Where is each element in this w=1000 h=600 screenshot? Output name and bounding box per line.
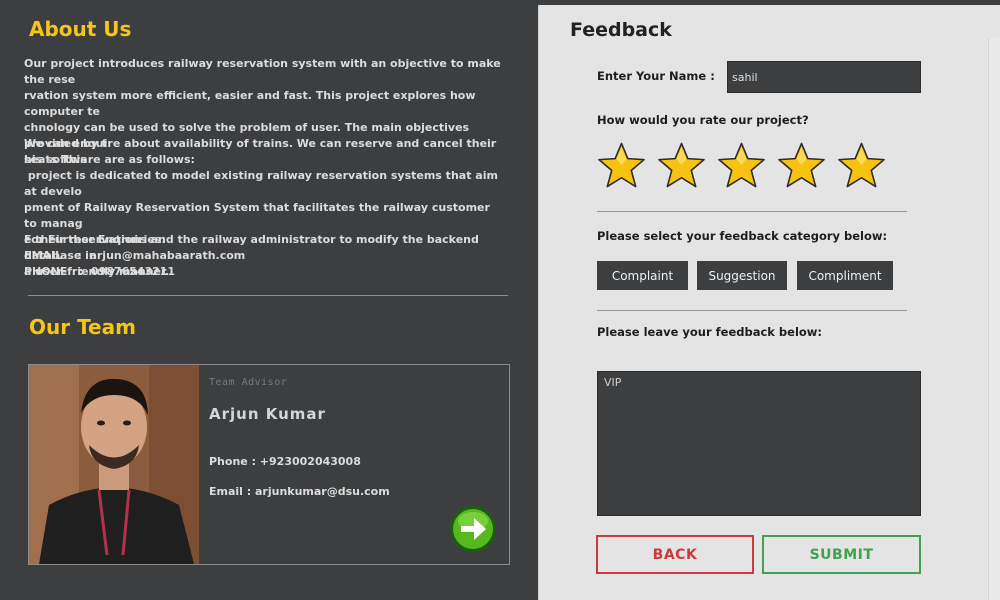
rating-divider bbox=[597, 211, 907, 212]
star-rating[interactable] bbox=[597, 141, 886, 191]
member-email: Email : arjunkumar@dsu.com bbox=[209, 485, 390, 498]
contact-email: EMAIL : arjun@mahabaarath.com bbox=[24, 249, 246, 262]
star-icon[interactable] bbox=[717, 141, 766, 191]
member-role: Team Advisor bbox=[209, 377, 288, 388]
rating-question: How would you rate our project? bbox=[597, 113, 809, 127]
member-photo bbox=[29, 365, 199, 564]
window-edge bbox=[988, 38, 1000, 600]
feedback-textarea[interactable]: VIP bbox=[597, 371, 921, 516]
team-title: Our Team bbox=[29, 315, 136, 339]
team-member-card: Team Advisor Arjun Kumar Phone : +923002… bbox=[28, 364, 510, 565]
star-icon[interactable] bbox=[657, 141, 706, 191]
complaint-button[interactable]: Complaint bbox=[597, 261, 688, 290]
comment-prompt: Please leave your feedback below: bbox=[597, 325, 823, 339]
category-divider bbox=[597, 310, 907, 311]
submit-button[interactable]: SUBMIT bbox=[762, 535, 921, 574]
feedback-panel: Feedback Enter Your Name : How would you… bbox=[538, 5, 1000, 600]
about-title: About Us bbox=[29, 17, 132, 41]
name-input[interactable] bbox=[727, 61, 921, 93]
back-button[interactable]: BACK bbox=[596, 535, 754, 574]
member-name: Arjun Kumar bbox=[209, 405, 326, 423]
name-label: Enter Your Name : bbox=[597, 69, 715, 83]
member-phone: Phone : +923002043008 bbox=[209, 455, 361, 468]
suggestion-button[interactable]: Suggestion bbox=[697, 261, 787, 290]
about-panel: About Us Our project introduces railway … bbox=[0, 0, 537, 600]
category-prompt: Please select your feedback category bel… bbox=[597, 229, 888, 243]
enquiries-label: For Further Enqruiries: bbox=[24, 233, 166, 246]
star-icon[interactable] bbox=[837, 141, 886, 191]
contact-phone: PHONE : 09876543211 bbox=[24, 265, 176, 278]
section-divider bbox=[28, 295, 508, 296]
compliment-button[interactable]: Compliment bbox=[797, 261, 893, 290]
star-icon[interactable] bbox=[777, 141, 826, 191]
feedback-title: Feedback bbox=[570, 19, 672, 41]
star-icon[interactable] bbox=[597, 141, 646, 191]
next-member-button[interactable] bbox=[449, 505, 497, 553]
arrow-right-icon bbox=[450, 506, 496, 552]
